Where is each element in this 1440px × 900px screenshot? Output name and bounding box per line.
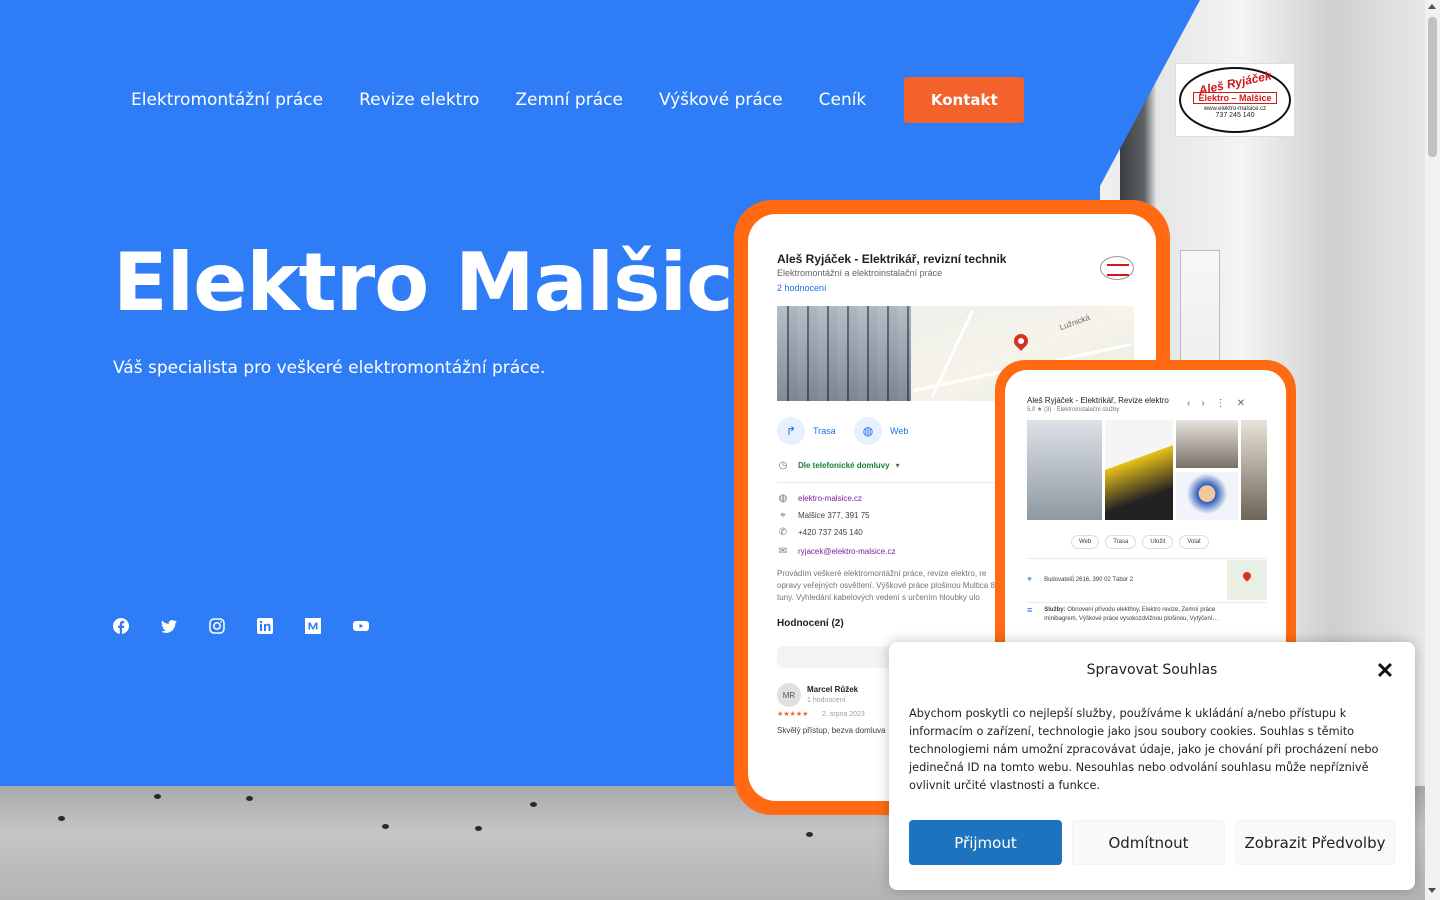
youtube-icon[interactable] xyxy=(353,618,369,634)
facebook-icon[interactable] xyxy=(113,618,129,634)
hero-subtitle: Váš specialista pro veškeré elektromontá… xyxy=(113,358,546,378)
gallery-photo-ceiling xyxy=(1176,420,1238,468)
mockup2-services-row: ≡ Služby: Obnovení přívodu elektřiny, El… xyxy=(1027,605,1219,623)
nav-item-zemni-prace[interactable]: Zemní práce xyxy=(515,90,623,110)
list-icon: ≡ xyxy=(1027,605,1033,615)
mockup2-address-row: ⌖ Budovatelů 2616, 390 02 Tábor 2 xyxy=(1027,574,1134,584)
route-icon: ↱ xyxy=(777,417,805,445)
gallery-photo-excavator xyxy=(1105,420,1173,520)
caret-down-icon: ▾ xyxy=(895,461,900,470)
cookie-consent-dialog: Spravovat Souhlas ✕ Abychom poskytli co … xyxy=(889,642,1415,890)
scroll-down-icon[interactable] xyxy=(1428,888,1436,893)
review-date: 2. srpna 2023 xyxy=(822,711,865,718)
view-preferences-button[interactable]: Zobrazit Předvolby xyxy=(1235,820,1395,865)
nav-item-vyskove-prace[interactable]: Výškové práce xyxy=(659,90,783,110)
mockup2-title: Aleš Ryjáček - Elektrikář, Revize elektr… xyxy=(1027,396,1169,405)
location-icon: ⌖ xyxy=(1027,574,1033,584)
mockup-hours-row: ◷ Dle telefonické domluvy ▾ xyxy=(778,460,900,471)
twitter-icon[interactable] xyxy=(161,618,177,634)
main-navigation: Elektromontážní práce Revize elektro Zem… xyxy=(113,77,1060,123)
consent-title: Spravovat Souhlas xyxy=(1086,662,1218,678)
gallery-photo-electrician xyxy=(1176,472,1238,520)
mockup-website-row: ◍ elektro-malsice.cz xyxy=(778,493,863,504)
map-street-label: Lužnická xyxy=(1058,312,1092,333)
consent-text: Abychom poskytli co nejlepší služby, pou… xyxy=(909,707,1379,792)
mockup-description: Provádím veškeré elektromontážní práce, … xyxy=(777,569,995,602)
nav-item-revize-elektro[interactable]: Revize elektro xyxy=(359,90,479,110)
mockup-business-title: Aleš Ryjáček - Elektrikář, revizní techn… xyxy=(777,252,1007,266)
review-text: Skvělý přístup, bezva domluva xyxy=(777,726,886,735)
mockup2-save-chip: Uložit xyxy=(1142,535,1174,549)
mockup-web-action: ◍ Web xyxy=(854,417,908,445)
deny-button[interactable]: Odmítnout xyxy=(1072,820,1225,865)
linkedin-icon[interactable] xyxy=(257,618,273,634)
location-icon: ⌖ xyxy=(780,510,786,521)
mockup-route-action: ↱ Trasa xyxy=(777,417,836,445)
instagram-icon[interactable] xyxy=(209,618,225,634)
site-logo[interactable]: Aleš Ryjáček Elektro – Malšice www.elekt… xyxy=(1175,63,1295,137)
reviewer-name: Marcel Růžek xyxy=(807,685,859,694)
contact-button[interactable]: Kontakt xyxy=(904,77,1025,123)
scroll-up-icon[interactable] xyxy=(1428,4,1436,9)
mockup-reviews-link: 2 hodnocení xyxy=(777,283,827,293)
mockup2-buttons: Web Trasa Uložit Volat xyxy=(1071,535,1215,549)
phone-icon: ✆ xyxy=(778,527,788,538)
mockup-phone-row: ✆ +420 737 245 140 xyxy=(778,527,863,538)
globe-icon: ◍ xyxy=(854,417,882,445)
gallery-photo-switchboard xyxy=(1027,420,1102,520)
review-stars: ★★★★★ xyxy=(777,711,809,718)
reviewer-avatar: MR xyxy=(777,683,801,707)
page-scrollbar[interactable] xyxy=(1425,0,1440,900)
mockup2-web-chip: Web xyxy=(1071,535,1100,549)
close-icon[interactable]: ✕ xyxy=(1373,660,1397,684)
scrollbar-thumb[interactable] xyxy=(1428,17,1437,157)
mockup2-controls: ‹›⋮✕ xyxy=(1187,398,1257,409)
accept-button[interactable]: Přijmout xyxy=(909,820,1062,865)
google-business-mockup-small: Aleš Ryjáček - Elektrikář, Revize elektr… xyxy=(995,360,1296,690)
mockup-business-category: Elektromontážní a elektroinstalační prác… xyxy=(777,268,943,278)
globe-icon: ◍ xyxy=(778,493,788,504)
social-links xyxy=(113,618,401,634)
reviewer-review-count: 1 hodnocení xyxy=(807,697,846,704)
mockup2-minimap xyxy=(1227,560,1267,600)
mockup-logo-badge xyxy=(1100,256,1134,280)
mockup2-route-chip: Trasa xyxy=(1105,535,1137,549)
mockup2-subtitle: 5.0 ★ (3) · Elektroinstalační služby xyxy=(1027,407,1120,413)
mail-icon: ✉ xyxy=(778,546,788,557)
logo-phone: 737 245 140 xyxy=(1215,111,1255,119)
clock-icon: ◷ xyxy=(778,460,788,471)
mockup-switchboard-photo xyxy=(777,306,911,401)
mockup2-call-chip: Volat xyxy=(1179,535,1209,549)
hero-title: Elektro Malšice xyxy=(113,236,787,329)
nav-item-elektromontazni-prace[interactable]: Elektromontážní práce xyxy=(113,90,323,110)
mockup-rating-heading: Hodnocení (2) xyxy=(777,618,844,629)
nav-item-cenik[interactable]: Ceník xyxy=(819,90,867,110)
mockup-address-row: ⌖ Malšice 377, 391 75 xyxy=(777,510,869,521)
medium-icon[interactable] xyxy=(305,618,321,634)
gallery-photo-extra xyxy=(1241,420,1267,520)
mockup-email-row: ✉ ryjacek@elektro-malsice.cz xyxy=(778,546,896,557)
